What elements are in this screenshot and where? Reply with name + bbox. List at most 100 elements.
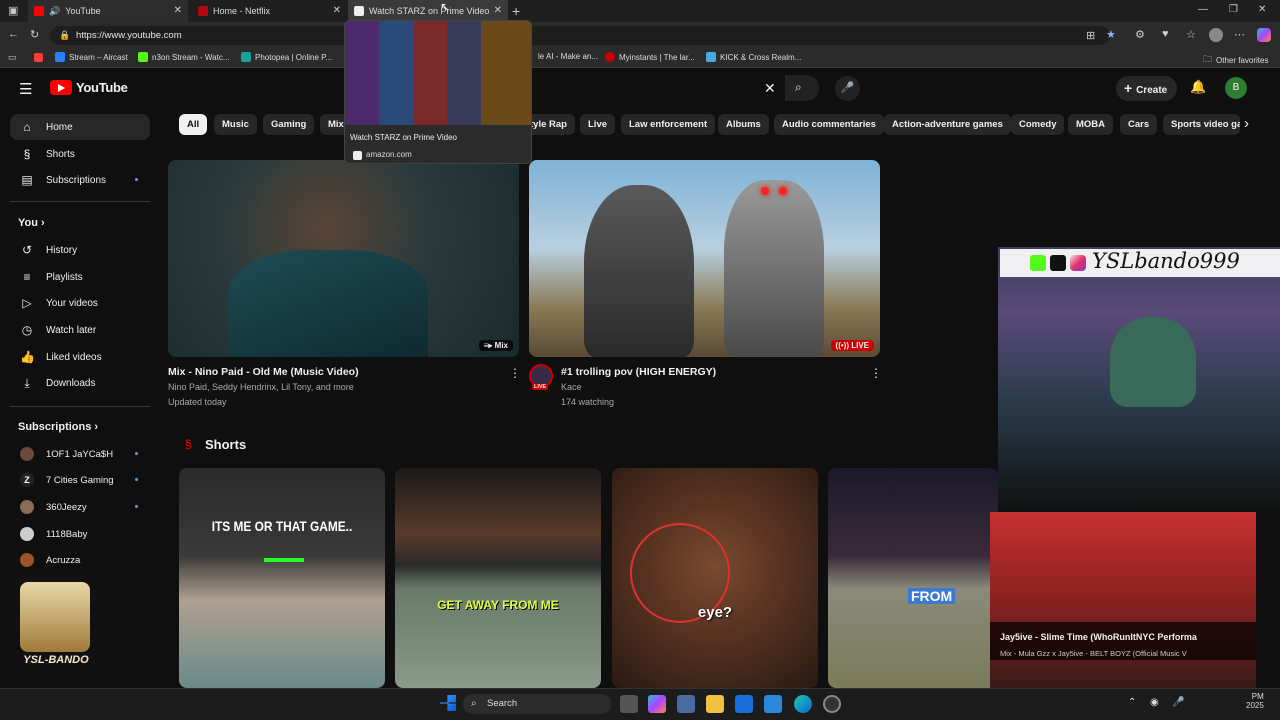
bookmark-favicon-icon[interactable] xyxy=(34,53,43,62)
subscription-item[interactable]: 1OF1 JaYCa$H xyxy=(10,441,150,467)
more-actions-icon[interactable]: ⋮ xyxy=(509,366,521,380)
taskbar-search[interactable]: ⌕ Search xyxy=(463,694,611,714)
search-button[interactable]: ⌕ xyxy=(785,75,819,101)
short-card[interactable]: eye? xyxy=(612,468,818,688)
bookmark-ai[interactable]: le AI - Make an... xyxy=(538,52,598,61)
bookmark-kick[interactable]: KICK & Cross Realm... xyxy=(706,52,801,62)
tab-youtube[interactable]: 🔊 YouTube ✕ xyxy=(28,0,188,22)
chip[interactable]: Albums xyxy=(718,114,769,135)
file-explorer-icon[interactable] xyxy=(706,695,724,713)
chip[interactable]: MOBA xyxy=(1068,114,1114,135)
sidebar-item-shorts[interactable]: § Shorts xyxy=(10,141,150,167)
sidebar-item-watch-later[interactable]: ◷ Watch later xyxy=(10,317,150,343)
new-content-dot xyxy=(135,478,138,481)
notifications-bell-icon[interactable]: 🔔 xyxy=(1190,79,1206,95)
chip[interactable]: Cars xyxy=(1120,114,1158,135)
url-input[interactable]: 🔒 https://www.youtube.com xyxy=(50,26,1110,45)
copilot-icon[interactable] xyxy=(1257,28,1271,42)
close-window-icon[interactable]: ✕ xyxy=(1258,4,1266,15)
task-view-icon[interactable] xyxy=(620,695,638,713)
subscription-item[interactable]: 1118Baby xyxy=(10,521,150,547)
chip[interactable]: Comedy xyxy=(1011,114,1065,135)
chip[interactable]: Audio commentaries xyxy=(774,114,884,135)
taskbar xyxy=(0,688,1280,720)
back-icon[interactable]: ← xyxy=(8,28,19,40)
video-channel[interactable]: Nino Paid, Seddy Hendrinx, Lil Tony, and… xyxy=(168,382,354,392)
copilot-taskbar-icon[interactable] xyxy=(648,695,666,713)
subscription-item[interactable]: 360Jeezy xyxy=(10,494,150,520)
store-icon[interactable] xyxy=(677,695,695,713)
sidebar-item-your-videos[interactable]: ▷ Your videos xyxy=(10,290,150,316)
sidebar-item-history[interactable]: ↺ History xyxy=(10,237,150,263)
tabs-icon[interactable]: ▭ xyxy=(8,52,17,63)
chip[interactable]: Action-adventure games xyxy=(884,114,1011,135)
video-thumbnail[interactable]: ≡▸ Mix xyxy=(168,160,519,357)
bookmark-photopea[interactable]: Photopea | Online P... xyxy=(241,52,332,62)
video-channel[interactable]: Kace xyxy=(561,382,582,392)
browser-menu-icon[interactable]: ▣ xyxy=(8,4,18,17)
bookmark-aircast[interactable]: Stream – Aircast xyxy=(55,52,128,62)
short-card[interactable]: GET AWAY FROM ME xyxy=(395,468,601,688)
hamburger-menu-icon[interactable]: ☰ xyxy=(19,80,32,98)
close-tab-icon[interactable]: ✕ xyxy=(333,5,341,16)
photos-icon[interactable] xyxy=(764,695,782,713)
bookmark-myinstants[interactable]: Myinstants | The lar... xyxy=(605,52,695,62)
download-icon: ⤓ xyxy=(24,375,30,390)
app-icon[interactable] xyxy=(823,695,841,713)
bookmark-n3on[interactable]: n3on Stream - Watc... xyxy=(138,52,230,62)
preview-thumbnail xyxy=(345,21,531,125)
edge-icon[interactable] xyxy=(794,695,812,713)
close-tab-icon[interactable]: ✕ xyxy=(494,5,502,16)
tab-prime-video[interactable]: Watch STARZ on Prime Video ✕ xyxy=(348,0,508,22)
sidebar-item-playlists[interactable]: ≡ Playlists xyxy=(10,264,150,290)
chip-all[interactable]: All xyxy=(179,114,208,135)
video-thumbnail[interactable]: ((•)) LIVE xyxy=(529,160,880,357)
sidebar-item-subscriptions[interactable]: ▤ Subscriptions xyxy=(10,167,150,193)
subscription-item[interactable]: Z7 Cities Gaming xyxy=(10,467,150,493)
sidebar-item-home[interactable]: ⌂ Home xyxy=(10,114,150,140)
sidebar-item-downloads[interactable]: ⤓ Downloads xyxy=(10,370,150,396)
extensions-icon[interactable]: ⚙ xyxy=(1135,28,1145,41)
close-tab-icon[interactable]: ✕ xyxy=(174,5,182,16)
voice-search-button[interactable]: 🎤 xyxy=(835,76,860,101)
maximize-icon[interactable]: ❐ xyxy=(1229,4,1238,15)
favorites-icon[interactable]: ☆ xyxy=(1186,28,1196,41)
create-button[interactable]: + Create xyxy=(1116,76,1177,101)
more-actions-icon[interactable]: ⋮ xyxy=(870,366,882,380)
chip[interactable]: Gaming xyxy=(263,114,315,135)
speaker-icon[interactable]: 🔊 xyxy=(49,6,60,17)
browser-essentials-icon[interactable]: ♥ xyxy=(1162,28,1169,40)
video-title[interactable]: #1 trolling pov (HIGH ENERGY) xyxy=(561,366,716,378)
chip[interactable]: Music xyxy=(214,114,257,135)
you-heading[interactable]: You › xyxy=(18,217,45,229)
account-avatar[interactable]: B xyxy=(1225,77,1247,99)
video-title[interactable]: Mix - Nino Paid - Old Me (Music Video) xyxy=(168,366,359,378)
youtube-logo[interactable]: YouTube xyxy=(50,80,128,95)
short-card[interactable]: FROM xyxy=(828,468,998,688)
other-favorites[interactable]: 🗀 Other favorites xyxy=(1203,52,1268,68)
more-icon[interactable]: ⋯ xyxy=(1234,28,1245,41)
new-tab-icon[interactable]: + xyxy=(512,3,520,19)
refresh-icon[interactable]: ↻ xyxy=(30,28,39,41)
favorite-star-icon[interactable]: ★ xyxy=(1106,28,1116,41)
app-available-icon[interactable]: ⊞ xyxy=(1086,29,1095,42)
shorts-logo-icon: § xyxy=(185,437,192,451)
short-card[interactable]: ITS ME OR THAT GAME.. xyxy=(179,468,385,688)
chip[interactable]: Live xyxy=(580,114,616,135)
subscriptions-heading[interactable]: Subscriptions › xyxy=(18,421,98,433)
outlook-icon[interactable] xyxy=(735,695,753,713)
network-icon[interactable]: ◉ xyxy=(1150,697,1159,708)
divider xyxy=(10,406,150,407)
clear-search-icon[interactable]: ✕ xyxy=(764,80,776,97)
clock[interactable]: PM 2025 xyxy=(1246,692,1264,710)
chevron-up-icon[interactable]: ⌃ xyxy=(1128,697,1136,708)
profile-avatar[interactable] xyxy=(1209,28,1223,42)
chevron-right-icon[interactable]: › xyxy=(1244,115,1249,132)
sidebar-item-liked-videos[interactable]: 👍 Liked videos xyxy=(10,344,150,370)
chip[interactable]: Law enforcement xyxy=(621,114,716,135)
microphone-icon[interactable]: 🎤 xyxy=(1172,697,1184,708)
mini-player[interactable]: Jay5ive - Slime Time (WhoRunItNYC Perfor… xyxy=(990,512,1256,688)
minimize-icon[interactable]: — xyxy=(1198,4,1208,15)
tab-netflix[interactable]: Home - Netflix ✕ xyxy=(192,0,347,22)
chip[interactable]: Sports video gar xyxy=(1163,114,1240,135)
